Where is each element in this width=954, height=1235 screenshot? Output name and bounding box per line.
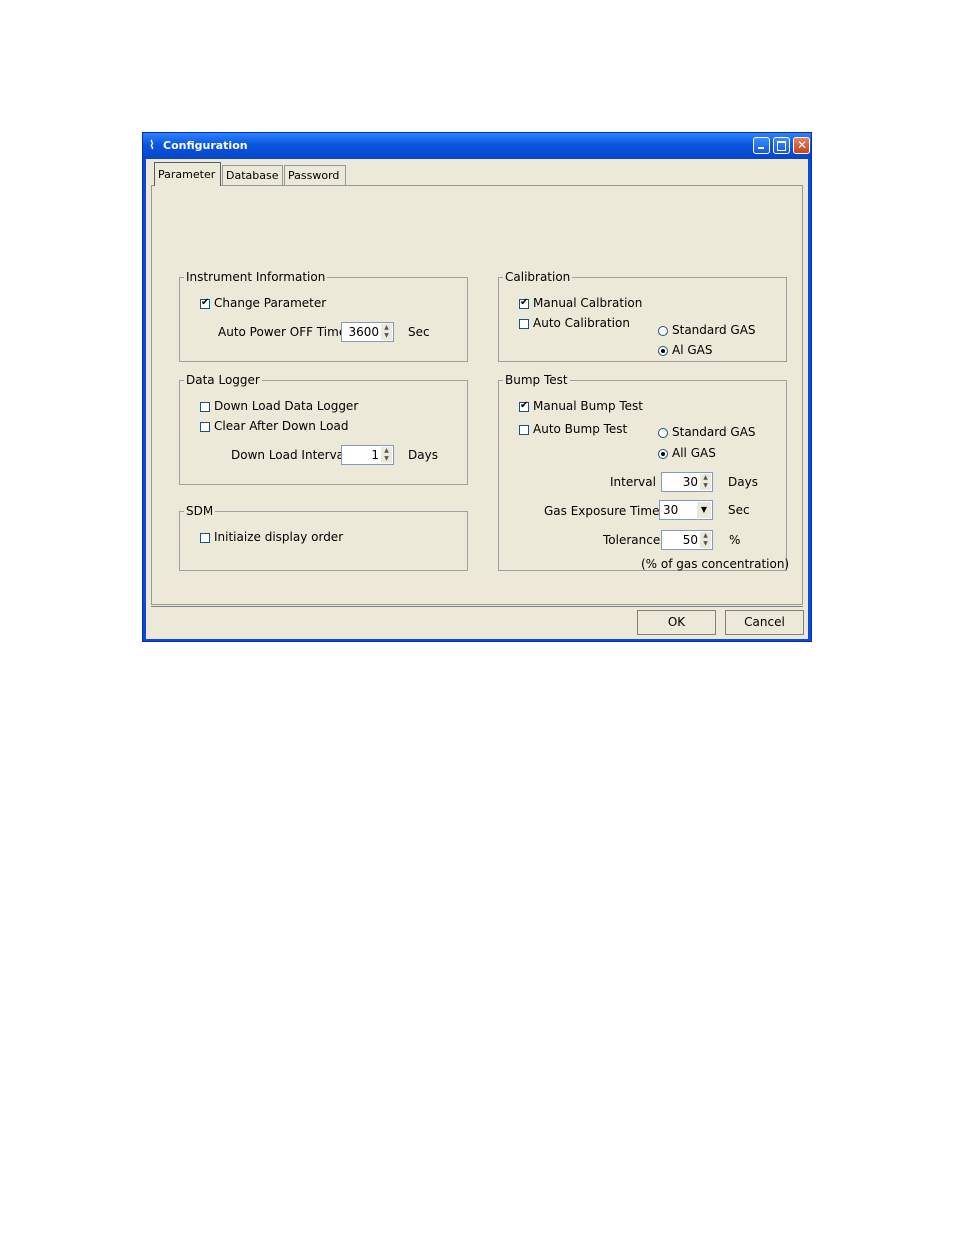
- bump-interval-label: Interval: [610, 475, 656, 489]
- check-icon: ✔: [520, 400, 529, 411]
- minimize-button[interactable]: [753, 137, 770, 154]
- auto-power-label: Auto Power OFF Time: [218, 325, 347, 339]
- title-bar[interactable]: ⌇ Configuration ✕: [143, 133, 811, 159]
- window-title: Configuration: [163, 139, 248, 152]
- sdm-group: SDM Initiaize display order: [179, 504, 468, 571]
- auto-calibration-label: Auto Calibration: [533, 316, 630, 330]
- ok-button[interactable]: OK: [637, 610, 716, 635]
- app-icon: ⌇: [149, 138, 155, 152]
- spinner-arrows: ▲ ▼: [700, 532, 711, 548]
- close-icon: ✕: [797, 138, 808, 152]
- maximize-icon: [777, 141, 786, 151]
- initialize-display-order-label: Initiaize display order: [214, 530, 344, 544]
- calibration-all-gas-radio[interactable]: [658, 346, 668, 356]
- bump-standard-gas-radio[interactable]: [658, 428, 668, 438]
- configuration-window: ⌇ Configuration ✕ Parameter Database Pas…: [142, 132, 812, 642]
- calibration-standard-gas-radio[interactable]: [658, 326, 668, 336]
- calibration-all-gas-label: Al GAS: [672, 343, 713, 357]
- gas-exposure-label: Gas Exposure Time: [544, 504, 660, 518]
- auto-power-spinner[interactable]: 3600 ▲ ▼: [341, 322, 394, 342]
- spinner-arrows: ▲ ▼: [381, 324, 392, 340]
- spin-up-icon[interactable]: ▲: [700, 532, 711, 540]
- manual-calibration-label: Manual Calbration: [533, 296, 643, 310]
- spin-up-icon[interactable]: ▲: [700, 474, 711, 482]
- spin-down-icon[interactable]: ▼: [381, 455, 392, 463]
- calibration-legend: Calibration: [505, 270, 571, 284]
- calibration-group: Calibration ✔ Manual Calbration Auto Cal…: [498, 270, 787, 362]
- gas-exposure-select[interactable]: 30 ▼: [659, 500, 713, 520]
- instrument-legend: Instrument Information: [186, 270, 326, 284]
- manual-bump-test-label: Manual Bump Test: [533, 399, 644, 413]
- manual-bump-test-checkbox[interactable]: ✔: [519, 400, 529, 412]
- auto-power-value: 3600: [348, 325, 379, 339]
- bump-interval-unit: Days: [728, 475, 758, 489]
- tolerance-unit: %: [729, 533, 741, 547]
- dialog-client: Parameter Database Password Instrument I…: [146, 159, 808, 639]
- clear-after-download-checkbox[interactable]: [200, 422, 210, 432]
- change-parameter-checkbox[interactable]: ✔: [200, 297, 210, 309]
- auto-bump-test-label: Auto Bump Test: [533, 422, 628, 436]
- close-button[interactable]: ✕: [793, 137, 810, 154]
- check-icon: ✔: [201, 297, 210, 308]
- bump-test-legend: Bump Test: [505, 373, 568, 387]
- cancel-button[interactable]: Cancel: [725, 610, 804, 635]
- gas-exposure-value: 30: [663, 503, 679, 517]
- calibration-standard-gas-label: Standard GAS: [672, 323, 756, 337]
- auto-bump-test-checkbox[interactable]: [519, 425, 529, 435]
- footer-divider: [151, 606, 803, 607]
- dropdown-arrow-icon[interactable]: ▼: [697, 502, 711, 518]
- tolerance-value: 50: [682, 533, 698, 547]
- maximize-button[interactable]: [773, 137, 790, 154]
- download-interval-value: 1: [371, 448, 379, 462]
- tab-password[interactable]: Password: [284, 165, 346, 185]
- sdm-legend: SDM: [186, 504, 214, 518]
- bump-interval-value: 30: [682, 475, 698, 489]
- tab-database[interactable]: Database: [222, 165, 283, 185]
- parameter-panel: Instrument Information ✔ Change Paramete…: [151, 185, 803, 605]
- spin-down-icon[interactable]: ▼: [381, 332, 392, 340]
- initialize-display-order-checkbox[interactable]: [200, 533, 210, 543]
- auto-power-unit: Sec: [408, 325, 430, 339]
- radio-dot-icon: [661, 349, 665, 353]
- tolerance-label: Tolerance: [603, 533, 661, 547]
- tolerance-note: (% of gas concentration): [641, 557, 790, 571]
- download-data-logger-checkbox[interactable]: [200, 402, 210, 412]
- download-interval-spinner[interactable]: 1 ▲ ▼: [341, 445, 394, 465]
- radio-dot-icon: [661, 452, 665, 456]
- manual-calibration-checkbox[interactable]: ✔: [519, 297, 529, 309]
- data-logger-legend: Data Logger: [186, 373, 260, 387]
- bump-all-gas-label: All GAS: [672, 446, 716, 460]
- bump-all-gas-radio[interactable]: [658, 449, 668, 459]
- check-icon: ✔: [520, 297, 529, 308]
- download-data-logger-label: Down Load Data Logger: [214, 399, 359, 413]
- minimize-icon: [758, 147, 764, 149]
- spin-up-icon[interactable]: ▲: [381, 447, 392, 455]
- tolerance-spinner[interactable]: 50 ▲ ▼: [661, 530, 713, 550]
- tab-parameter[interactable]: Parameter: [154, 162, 221, 186]
- bump-standard-gas-label: Standard GAS: [672, 425, 756, 439]
- clear-after-download-label: Clear After Down Load: [214, 419, 349, 433]
- spinner-arrows: ▲ ▼: [700, 474, 711, 490]
- data-logger-group: Data Logger Down Load Data Logger Clear …: [179, 373, 468, 485]
- download-interval-unit: Days: [408, 448, 438, 462]
- spinner-arrows: ▲ ▼: [381, 447, 392, 463]
- spin-down-icon[interactable]: ▼: [700, 540, 711, 548]
- auto-calibration-checkbox[interactable]: [519, 319, 529, 329]
- spin-up-icon[interactable]: ▲: [381, 324, 392, 332]
- bump-test-group: Bump Test ✔ Manual Bump Test Auto Bump T…: [498, 373, 790, 571]
- spin-down-icon[interactable]: ▼: [700, 482, 711, 490]
- bump-interval-spinner[interactable]: 30 ▲ ▼: [661, 472, 713, 492]
- gas-exposure-unit: Sec: [728, 503, 750, 517]
- change-parameter-label: Change Parameter: [214, 296, 327, 310]
- download-interval-label: Down Load Interval: [231, 448, 348, 462]
- instrument-group: Instrument Information ✔ Change Paramete…: [179, 270, 468, 362]
